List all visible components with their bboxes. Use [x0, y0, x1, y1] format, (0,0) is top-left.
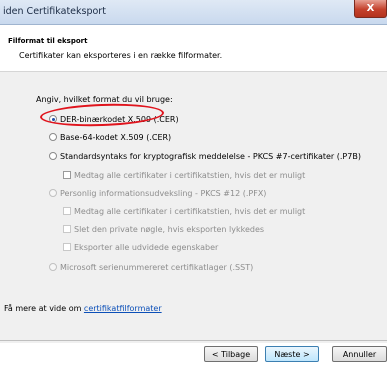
back-button[interactable]: < Tilbage: [204, 346, 258, 362]
radio-sst[interactable]: [49, 263, 57, 271]
option-pkcs12[interactable]: Personlig informationsudveksling - PKCS …: [49, 189, 266, 198]
checkbox-pfx-include-all-label: Medtag alle certifikater i certifikatsti…: [74, 207, 306, 216]
checkbox-pfx-export-props[interactable]: Eksporter alle udvidede egenskaber: [63, 243, 218, 252]
option-sst-label: Microsoft serienummereret certifikatlage…: [60, 263, 254, 272]
radio-base64-cer[interactable]: [49, 133, 57, 141]
section-title: Filformat til eksport: [8, 37, 88, 45]
checkbox-pfx-export-props-label: Eksporter alle udvidede egenskaber: [74, 243, 219, 252]
close-button[interactable]: X: [354, 0, 387, 18]
checkbox-pfx-delete-key-box[interactable]: [63, 225, 71, 233]
learn-more-prefix: Få mere at vide om: [4, 304, 84, 313]
wizard-header: Filformat til eksport Certifikater kan e…: [0, 25, 387, 72]
checkbox-pfx-delete-key-label: Slet den private nøgle, hvis eksporten l…: [74, 225, 265, 234]
option-pkcs7-label: Standardsyntaks for kryptografisk meddel…: [60, 152, 361, 161]
checkbox-pfx-include-all-box[interactable]: [63, 207, 71, 215]
section-description: Certifikater kan eksporteres i en række …: [19, 51, 223, 60]
option-base64-cer[interactable]: Base-64-kodet X.509 (.CER): [49, 133, 171, 142]
option-sst[interactable]: Microsoft serienummereret certifikatlage…: [49, 263, 253, 272]
checkbox-pfx-include-all[interactable]: Medtag alle certifikater i certifikatsti…: [63, 207, 305, 216]
window-title: iden Certifikateksport: [3, 6, 106, 17]
radio-pkcs7[interactable]: [49, 152, 57, 160]
option-base64-cer-label: Base-64-kodet X.509 (.CER): [60, 133, 172, 142]
next-button[interactable]: Næste >: [265, 346, 319, 362]
checkbox-p7b-include-all-label: Medtag alle certifikater i certifikatsti…: [74, 171, 306, 180]
checkbox-pfx-delete-key[interactable]: Slet den private nøgle, hvis eksporten l…: [63, 225, 264, 234]
format-prompt: Angiv, hvilket format du vil bruge:: [36, 95, 173, 104]
radio-pkcs12[interactable]: [49, 189, 57, 197]
option-pkcs7[interactable]: Standardsyntaks for kryptografisk meddel…: [49, 152, 361, 161]
cancel-button[interactable]: Annuller: [332, 346, 387, 362]
checkbox-p7b-include-all-box[interactable]: [63, 171, 71, 179]
button-separator: [0, 340, 387, 341]
checkbox-p7b-include-all[interactable]: Medtag alle certifikater i certifikatsti…: [63, 171, 305, 180]
checkbox-pfx-export-props-box[interactable]: [63, 243, 71, 251]
option-pkcs12-label: Personlig informationsudveksling - PKCS …: [60, 189, 267, 198]
title-bar: iden Certifikateksport X: [0, 0, 387, 25]
learn-more-link[interactable]: certifikatfilformater: [84, 304, 162, 313]
learn-more: Få mere at vide om certifikatfilformater: [4, 304, 162, 313]
certificate-export-wizard: iden Certifikateksport X Filformat til e…: [0, 0, 387, 378]
format-prompt-text: Angiv, hvilket format du vil bruge:: [36, 95, 173, 104]
